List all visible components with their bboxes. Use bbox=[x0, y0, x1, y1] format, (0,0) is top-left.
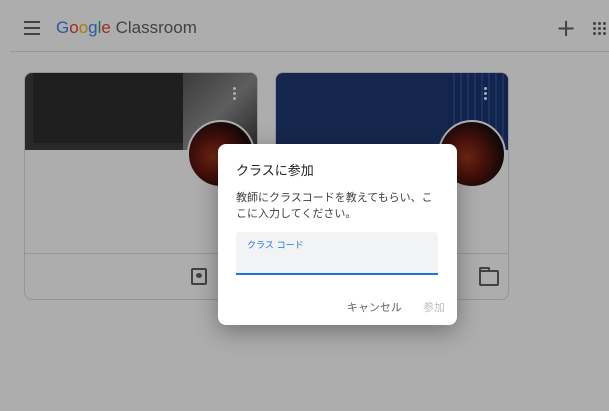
class-code-label: クラス コード bbox=[247, 241, 304, 251]
join-class-dialog: クラスに参加 教師にクラスコードを教えてもらい、ここに入力してください。 クラス… bbox=[218, 144, 457, 325]
dialog-description: 教師にクラスコードを教えてもらい、ここに入力してください。 bbox=[236, 191, 433, 220]
join-button[interactable]: 参加 bbox=[423, 299, 445, 315]
cancel-button[interactable]: キャンセル bbox=[347, 299, 402, 315]
dialog-title: クラスに参加 bbox=[236, 164, 314, 179]
dialog-actions: キャンセル 参加 bbox=[331, 296, 445, 315]
class-code-input[interactable]: クラス コード bbox=[236, 232, 438, 275]
